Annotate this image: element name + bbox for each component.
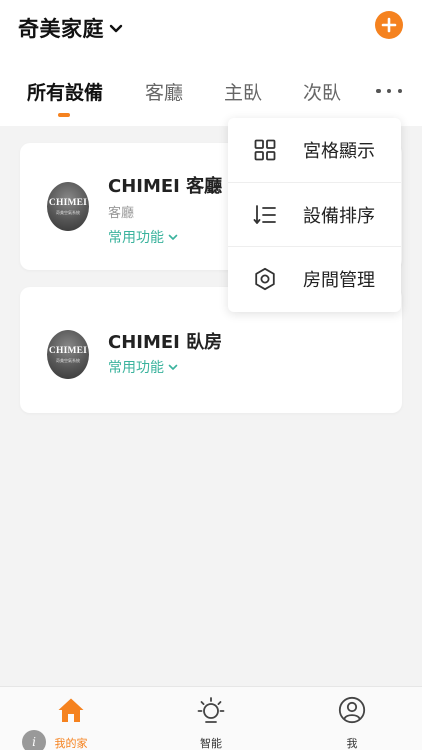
- menu-item-label: 設備排序: [303, 205, 375, 227]
- menu-item-label: 房間管理: [303, 269, 375, 291]
- tab-master-bedroom[interactable]: 主臥: [224, 78, 262, 105]
- plus-icon: [381, 17, 397, 33]
- logo-subtext: 奇美空氣系統: [56, 209, 80, 215]
- common-functions-label: 常用功能: [108, 230, 164, 246]
- common-functions-label: 常用功能: [108, 360, 164, 376]
- more-options-popup: 宮格顯示 設備排序 房間管理: [228, 118, 401, 312]
- logo-text: CHIMEI: [48, 345, 88, 356]
- add-device-button[interactable]: [375, 11, 403, 39]
- chevron-down-icon: [168, 364, 178, 370]
- chevron-down-icon: [109, 24, 123, 33]
- grid-icon: [254, 139, 276, 161]
- nav-me[interactable]: 我: [302, 687, 402, 750]
- logo-subtext: 奇美空氣系統: [56, 357, 80, 363]
- menu-item-label: 宮格顯示: [303, 141, 375, 162]
- nav-smart[interactable]: 智能: [161, 687, 261, 750]
- menu-item-grid-view[interactable]: 宮格顯示: [228, 118, 401, 182]
- gear-icon: [255, 267, 275, 290]
- bottom-nav: 我的家 智能 我: [0, 686, 422, 750]
- home-switcher[interactable]: 奇美家庭: [18, 12, 124, 44]
- common-functions-toggle[interactable]: 常用功能: [108, 357, 178, 377]
- info-icon[interactable]: i: [22, 730, 46, 750]
- tab-living-room[interactable]: 客廳: [145, 78, 183, 105]
- common-functions-toggle[interactable]: 常用功能: [108, 227, 178, 247]
- device-logo: CHIMEI 奇美空氣系統: [47, 330, 89, 379]
- nav-label: 我: [346, 737, 358, 750]
- device-logo: CHIMEI 奇美空氣系統: [47, 182, 89, 231]
- more-button[interactable]: [376, 83, 402, 99]
- top-bar: 奇美家庭 所有設備 客廳 主臥 次臥: [0, 0, 422, 126]
- room-tabs: 所有設備 客廳 主臥 次臥: [0, 70, 422, 120]
- device-room: 客廳: [108, 206, 135, 221]
- home-icon: [58, 698, 84, 722]
- more-horizontal-icon: [376, 88, 381, 94]
- menu-item-room-management[interactable]: 房間管理: [228, 246, 401, 310]
- home-title: 奇美家庭: [18, 17, 104, 41]
- active-tab-indicator: [58, 113, 70, 117]
- tab-all-devices[interactable]: 所有設備: [27, 78, 103, 105]
- user-icon: [338, 696, 366, 724]
- sort-icon: [253, 204, 276, 224]
- tab-second-bedroom[interactable]: 次臥: [303, 78, 341, 105]
- chevron-down-icon: [168, 234, 178, 240]
- device-name: CHIMEI 臥房: [108, 332, 223, 353]
- device-name: CHIMEI 客廳: [108, 176, 223, 197]
- nav-label: 智能: [200, 737, 222, 750]
- menu-item-sort-devices[interactable]: 設備排序: [228, 182, 401, 246]
- sun-icon: [197, 697, 225, 723]
- logo-text: CHIMEI: [48, 197, 88, 208]
